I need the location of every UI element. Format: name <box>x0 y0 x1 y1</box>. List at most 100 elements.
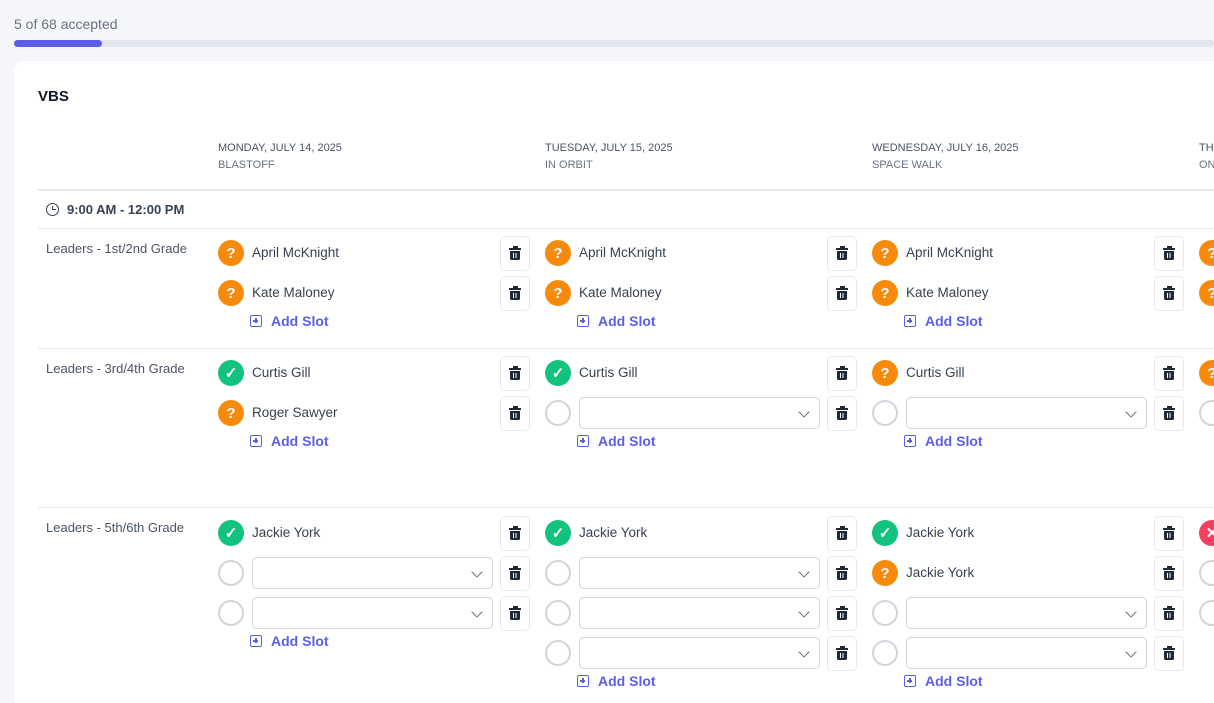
empty-status-icon[interactable] <box>545 600 571 626</box>
delete-slot-button[interactable] <box>1154 636 1184 671</box>
volunteer-select[interactable] <box>579 637 820 669</box>
delete-slot-button[interactable] <box>1154 236 1184 271</box>
assignment-slot: ? Kate Maloney <box>218 276 530 311</box>
delete-slot-button[interactable] <box>827 396 857 431</box>
add-slot-button[interactable]: Add Slot <box>577 433 656 449</box>
delete-slot-button[interactable] <box>827 636 857 671</box>
assignment-slot: ? April McKnight <box>218 236 530 271</box>
trash-icon <box>509 365 521 380</box>
volunteer-select[interactable] <box>579 557 820 589</box>
volunteer-name: Curtis Gill <box>579 365 638 380</box>
add-slot-button[interactable]: Add Slot <box>250 633 329 649</box>
delete-slot-button[interactable] <box>1154 396 1184 431</box>
volunteer-select[interactable] <box>906 637 1147 669</box>
empty-status-icon[interactable] <box>872 640 898 666</box>
add-slot-button[interactable]: Add Slot <box>250 313 329 329</box>
assignment-slot: ? <box>1199 236 1214 270</box>
add-slot-button[interactable]: Add Slot <box>250 433 329 449</box>
assignment-slot: ? April McKnight <box>545 236 857 271</box>
pending-status-icon[interactable]: ? <box>218 400 244 426</box>
trash-icon <box>509 605 521 620</box>
add-slot-label: Add Slot <box>925 313 983 329</box>
volunteer-select[interactable] <box>579 597 820 629</box>
volunteer-select[interactable] <box>252 597 493 629</box>
progress-bar-fill <box>14 40 103 47</box>
delete-slot-button[interactable] <box>500 236 530 271</box>
pending-status-icon[interactable]: ? <box>545 240 571 266</box>
pending-status-icon[interactable]: ? <box>218 240 244 266</box>
accepted-status-icon[interactable]: ✓ <box>545 360 571 386</box>
day-header-thursday: TH ON <box>1199 140 1214 174</box>
empty-status-icon[interactable] <box>1199 400 1214 426</box>
delete-slot-button[interactable] <box>1154 556 1184 591</box>
plus-square-icon <box>904 675 916 687</box>
day-date: TH <box>1199 142 1214 154</box>
volunteer-name: Jackie York <box>252 525 321 540</box>
assignment-slot <box>545 396 857 431</box>
trash-icon <box>836 525 848 540</box>
delete-slot-button[interactable] <box>500 276 530 311</box>
delete-slot-button[interactable] <box>827 356 857 391</box>
delete-slot-button[interactable] <box>500 356 530 391</box>
add-slot-button[interactable]: Add Slot <box>904 673 983 689</box>
add-slot-button[interactable]: Add Slot <box>904 313 983 329</box>
delete-slot-button[interactable] <box>500 396 530 431</box>
delete-slot-button[interactable] <box>827 236 857 271</box>
plus-square-icon <box>904 315 916 327</box>
delete-slot-button[interactable] <box>1154 516 1184 551</box>
empty-status-icon[interactable] <box>545 400 571 426</box>
volunteer-name: April McKnight <box>252 245 340 260</box>
accepted-status-icon[interactable]: ✓ <box>872 520 898 546</box>
pending-status-icon[interactable]: ? <box>1199 240 1214 266</box>
add-slot-button[interactable]: Add Slot <box>904 433 983 449</box>
empty-status-icon[interactable] <box>872 600 898 626</box>
declined-status-icon[interactable]: ✕ <box>1199 520 1214 546</box>
delete-slot-button[interactable] <box>827 596 857 631</box>
empty-status-icon[interactable] <box>545 640 571 666</box>
empty-status-icon[interactable] <box>1199 600 1214 626</box>
accepted-status-icon[interactable]: ✓ <box>218 360 244 386</box>
empty-status-icon[interactable] <box>218 560 244 586</box>
pending-status-icon[interactable]: ? <box>872 240 898 266</box>
pending-status-icon[interactable]: ? <box>218 280 244 306</box>
empty-status-icon[interactable] <box>218 600 244 626</box>
delete-slot-button[interactable] <box>827 516 857 551</box>
plus-square-icon <box>904 435 916 447</box>
pending-status-icon[interactable]: ? <box>872 560 898 586</box>
volunteer-select[interactable] <box>579 397 820 429</box>
day-header-tuesday: TUESDAY, JULY 15, 2025 IN ORBIT <box>545 140 673 174</box>
volunteer-select[interactable] <box>252 557 493 589</box>
pending-status-icon[interactable]: ? <box>545 280 571 306</box>
accepted-status-icon[interactable]: ✓ <box>545 520 571 546</box>
trash-icon <box>836 565 848 580</box>
pending-status-icon[interactable]: ? <box>1199 360 1214 386</box>
delete-slot-button[interactable] <box>500 556 530 591</box>
pending-status-icon[interactable]: ? <box>1199 280 1214 306</box>
assignment-slot: ? Jackie York <box>872 556 1184 591</box>
pending-status-icon[interactable]: ? <box>872 280 898 306</box>
volunteer-select[interactable] <box>906 597 1147 629</box>
volunteer-select[interactable] <box>906 397 1147 429</box>
delete-slot-button[interactable] <box>1154 596 1184 631</box>
delete-slot-button[interactable] <box>827 276 857 311</box>
empty-status-icon[interactable] <box>872 400 898 426</box>
pending-status-icon[interactable]: ? <box>872 360 898 386</box>
accepted-status-icon[interactable]: ✓ <box>218 520 244 546</box>
delete-slot-button[interactable] <box>500 516 530 551</box>
clock-icon <box>46 203 59 216</box>
delete-slot-button[interactable] <box>1154 276 1184 311</box>
add-slot-button[interactable]: Add Slot <box>577 673 656 689</box>
chevron-down-icon <box>798 566 810 578</box>
trash-icon <box>1163 285 1175 300</box>
delete-slot-button[interactable] <box>1154 356 1184 391</box>
add-slot-label: Add Slot <box>925 673 983 689</box>
day-theme: BLASTOFF <box>218 159 275 171</box>
empty-status-icon[interactable] <box>545 560 571 586</box>
role-label: Leaders - 1st/2nd Grade <box>46 241 187 256</box>
delete-slot-button[interactable] <box>500 596 530 631</box>
delete-slot-button[interactable] <box>827 556 857 591</box>
event-title: VBS <box>38 88 69 105</box>
row-divider <box>38 348 1214 349</box>
add-slot-button[interactable]: Add Slot <box>577 313 656 329</box>
empty-status-icon[interactable] <box>1199 560 1214 586</box>
